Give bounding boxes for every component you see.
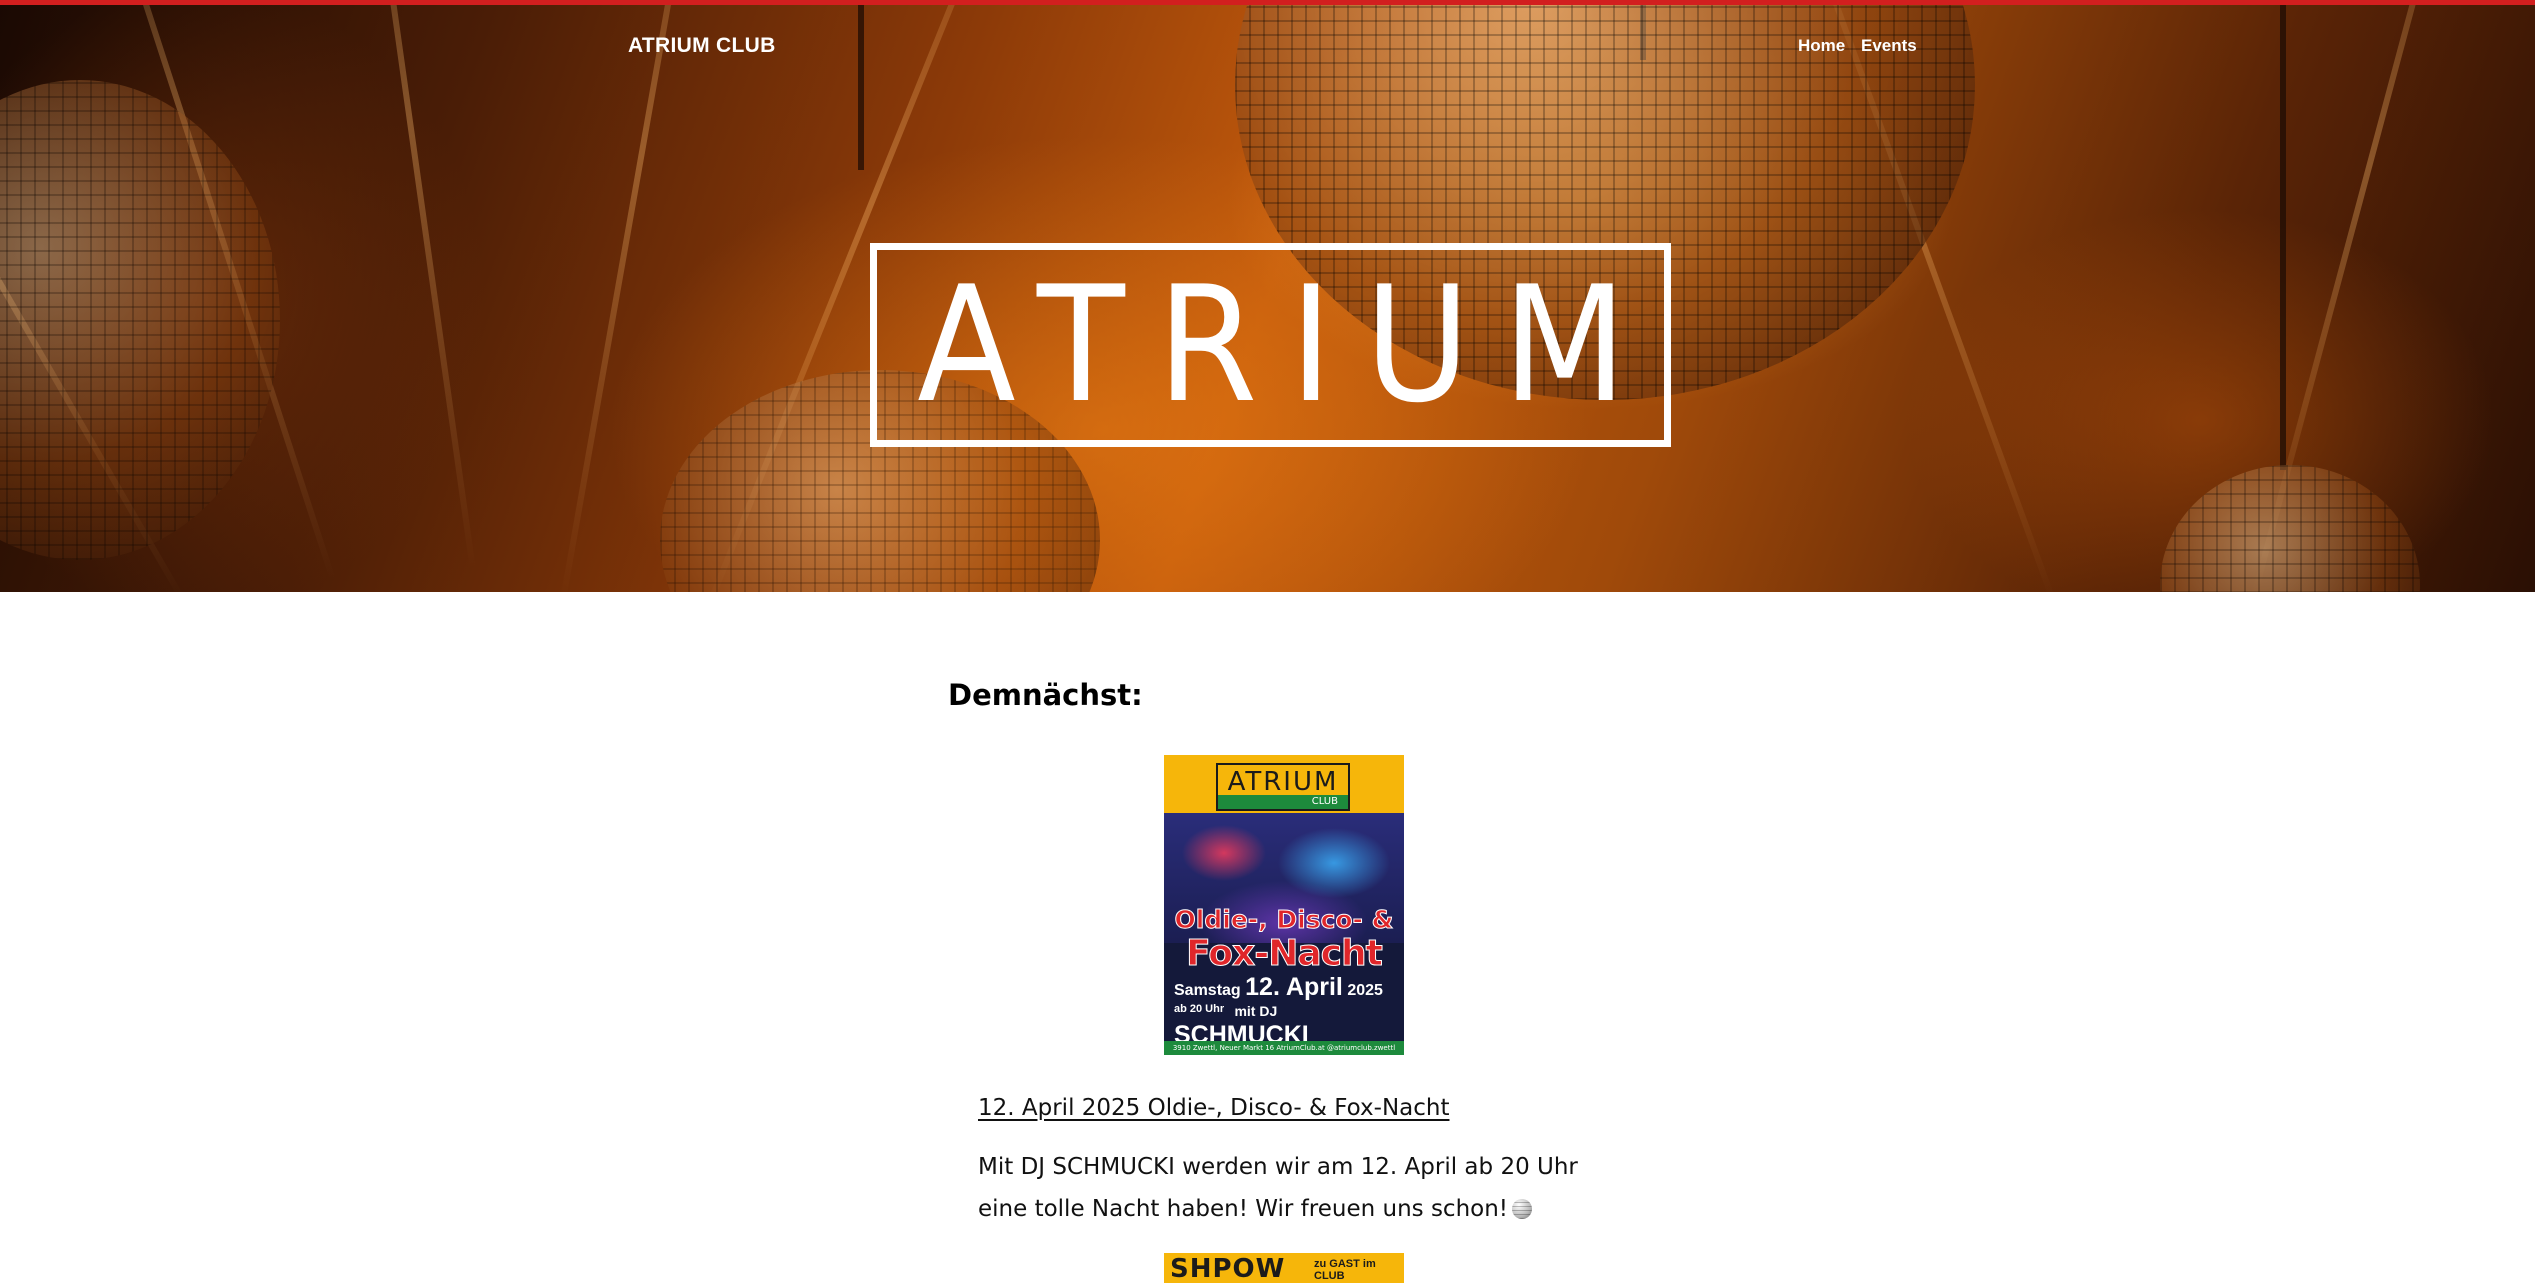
site-brand-link[interactable]: ATRIUM CLUB [628, 34, 776, 58]
hanging-string [2280, 0, 2286, 470]
poster-title-line2: Fox-Nacht [1186, 933, 1384, 975]
poster2-title: SHPOW [1170, 1254, 1286, 1283]
nav-home[interactable]: Home [1798, 36, 1845, 56]
poster-dj-prefix: mit DJ [1234, 1003, 1278, 1019]
poster-time: ab 20 Uhr [1174, 1003, 1225, 1015]
poster-logo: ATRIUM CLUB [1216, 763, 1350, 811]
event-description: Mit DJ SCHMUCKI werden wir am 12. April … [978, 1146, 1618, 1230]
poster-date: Samstag 12. April 2025 [1174, 973, 1383, 1002]
poster-year: 2025 [1347, 982, 1383, 999]
poster-title-line1: Oldie-, Disco- & [1174, 905, 1394, 935]
top-accent-line [0, 0, 2535, 5]
poster2-subtitle: zu GAST im CLUB [1314, 1258, 1376, 1282]
poster-logo-word: ATRIUM [1227, 767, 1339, 797]
poster-day: Samstag [1174, 982, 1241, 999]
hero-logo-frame: ATRIUM [870, 243, 1671, 447]
event-poster[interactable]: ATRIUM CLUB Oldie-, Disco- & Fox-Nacht S… [1164, 755, 1404, 1055]
mirror-ball-right [2160, 465, 2420, 592]
hanging-string [858, 0, 864, 170]
hero-logo-text: ATRIUM [917, 251, 1660, 438]
poster-logo-sub: CLUB [1218, 795, 1348, 809]
poster-footer: 3910 Zwettl, Neuer Markt 16 AtriumClub.a… [1164, 1041, 1404, 1055]
poster-date-value: 12. April [1245, 973, 1343, 1001]
event-poster-2[interactable]: SHPOW zu GAST im CLUB [1164, 1253, 1404, 1283]
upcoming-heading: Demnächst: [948, 678, 1143, 712]
event-description-text: Mit DJ SCHMUCKI werden wir am 12. April … [978, 1154, 1578, 1222]
hero-banner: ATRIUM [0, 0, 2535, 592]
nav-events[interactable]: Events [1861, 36, 1917, 56]
light-ray [344, 0, 476, 571]
event-title-link[interactable]: 12. April 2025 Oldie-, Disco- & Fox-Nach… [978, 1095, 1449, 1121]
mirror-ball-left [0, 80, 280, 560]
mirror-ball-icon [1512, 1199, 1533, 1219]
